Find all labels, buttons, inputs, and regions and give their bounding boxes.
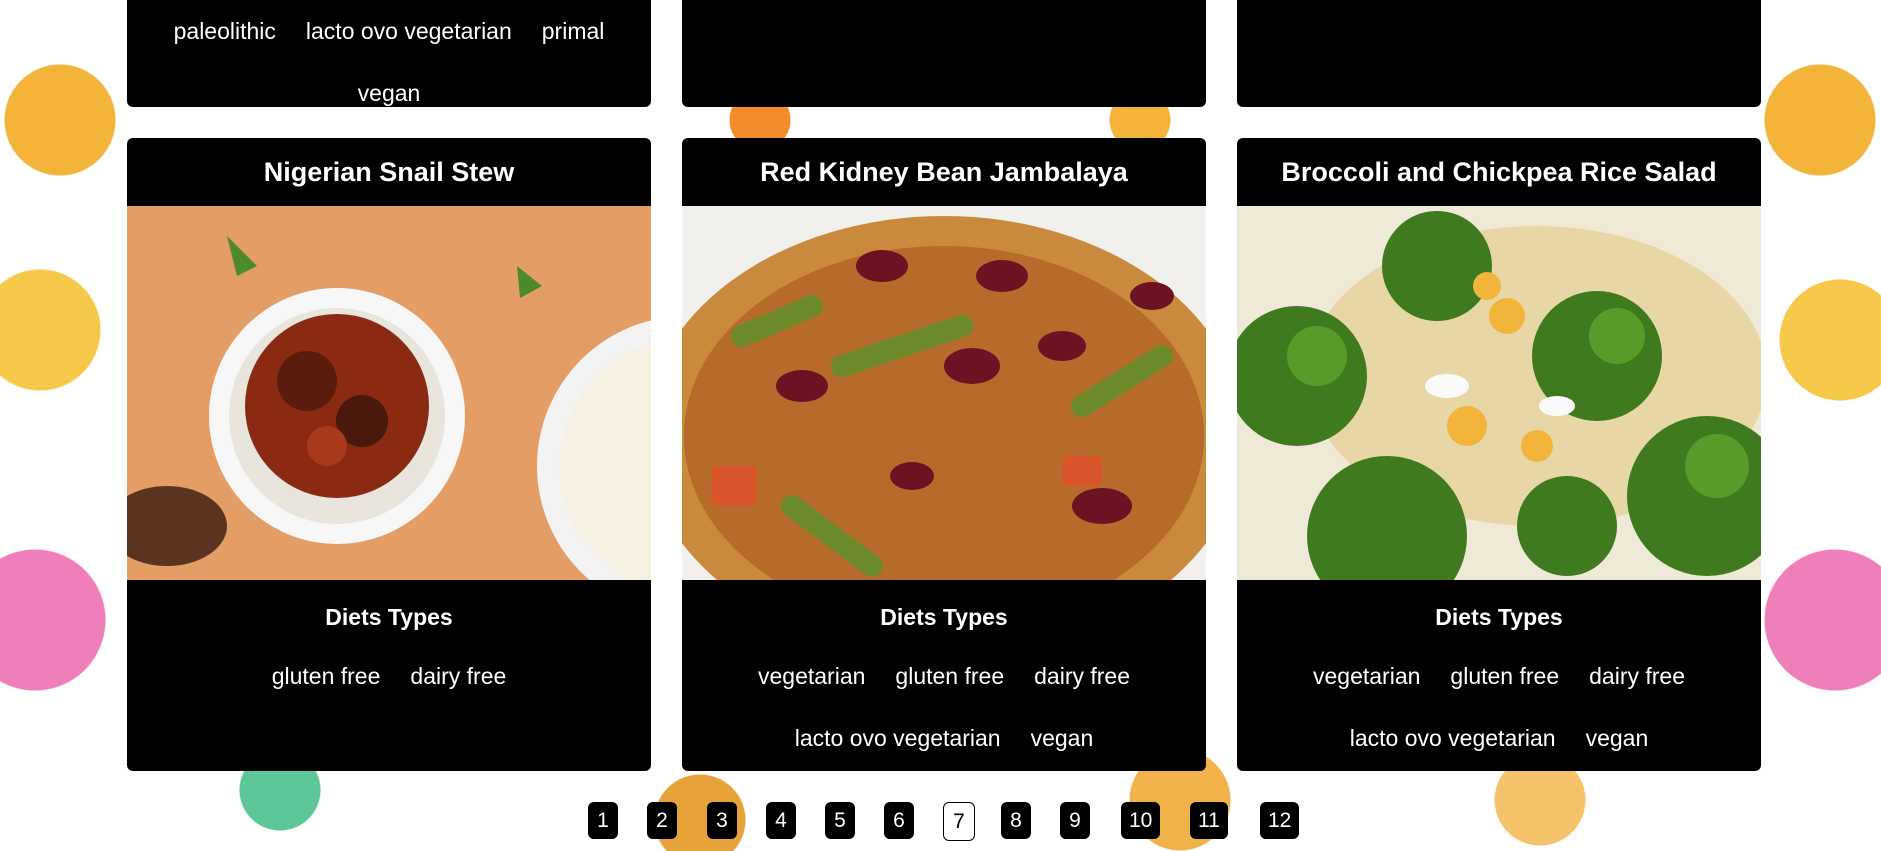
page-button-9[interactable]: 9 bbox=[1060, 802, 1090, 839]
diet-tags: vegetarian gluten free dairy free lacto … bbox=[714, 645, 1174, 769]
diet-tags: vegetarian gluten free dairy free lacto … bbox=[1269, 645, 1729, 769]
page-button-1[interactable]: 1 bbox=[588, 802, 618, 839]
recipe-card[interactable]: Broccoli and Chickpea Rice Salad Diets T… bbox=[1237, 138, 1761, 771]
recipe-image[interactable] bbox=[1237, 206, 1761, 580]
diet-tag: dairy free bbox=[410, 663, 507, 689]
page-button-2[interactable]: 2 bbox=[647, 802, 677, 839]
recipe-card-partial-2 bbox=[682, 0, 1206, 107]
diet-tag: gluten free bbox=[1450, 663, 1560, 689]
diet-tag: vegan bbox=[357, 80, 421, 106]
diet-tag: primal bbox=[541, 18, 605, 44]
diet-tag: vegetarian bbox=[1313, 663, 1421, 689]
diet-tag: dairy free bbox=[1589, 663, 1685, 689]
diet-tag: vegan bbox=[1030, 725, 1094, 751]
pagination: 1 2 3 4 5 6 7 8 9 10 11 12 bbox=[0, 802, 1881, 842]
recipe-card[interactable]: Nigerian Snail Stew Diets Types gluten f… bbox=[127, 138, 651, 771]
page-button-7-current[interactable]: 7 bbox=[943, 802, 975, 841]
page-button-4[interactable]: 4 bbox=[766, 802, 796, 839]
page-button-11[interactable]: 11 bbox=[1190, 802, 1228, 839]
recipe-image[interactable] bbox=[682, 206, 1206, 580]
page-button-8[interactable]: 8 bbox=[1001, 802, 1031, 839]
recipe-title[interactable]: Broccoli and Chickpea Rice Salad bbox=[1237, 138, 1761, 206]
recipe-image[interactable] bbox=[127, 206, 651, 580]
diet-tag: paleolithic bbox=[173, 18, 276, 44]
page-button-5[interactable]: 5 bbox=[825, 802, 855, 839]
diet-tags: paleolithic lacto ovo vegetarian primal … bbox=[159, 0, 619, 107]
diet-tag: vegan bbox=[1585, 725, 1649, 751]
recipe-card-partial-1: paleolithic lacto ovo vegetarian primal … bbox=[127, 0, 651, 107]
recipe-title[interactable]: Nigerian Snail Stew bbox=[127, 138, 651, 206]
recipe-card-partial-3 bbox=[1237, 0, 1761, 107]
page-button-3[interactable]: 3 bbox=[707, 802, 737, 839]
diet-tag: dairy free bbox=[1034, 663, 1130, 689]
page-button-12[interactable]: 12 bbox=[1260, 802, 1300, 839]
diet-tag: lacto ovo vegetarian bbox=[305, 18, 512, 44]
diets-heading: Diets Types bbox=[325, 604, 453, 630]
recipe-title[interactable]: Red Kidney Bean Jambalaya bbox=[682, 138, 1206, 206]
page-button-6[interactable]: 6 bbox=[884, 802, 914, 839]
diet-tag: vegetarian bbox=[758, 663, 866, 689]
diet-tag: lacto ovo vegetarian bbox=[794, 725, 1001, 751]
diets-heading: Diets Types bbox=[880, 604, 1008, 630]
diets-heading: Diets Types bbox=[1435, 604, 1563, 630]
diet-tags: gluten free dairy free bbox=[159, 645, 619, 707]
diet-tag: gluten free bbox=[895, 663, 1005, 689]
page-button-10[interactable]: 10 bbox=[1121, 802, 1161, 839]
diet-tag: lacto ovo vegetarian bbox=[1349, 725, 1556, 751]
recipe-card[interactable]: Red Kidney Bean Jambalaya Diets Types ve… bbox=[682, 138, 1206, 771]
diet-tag: gluten free bbox=[271, 663, 381, 689]
